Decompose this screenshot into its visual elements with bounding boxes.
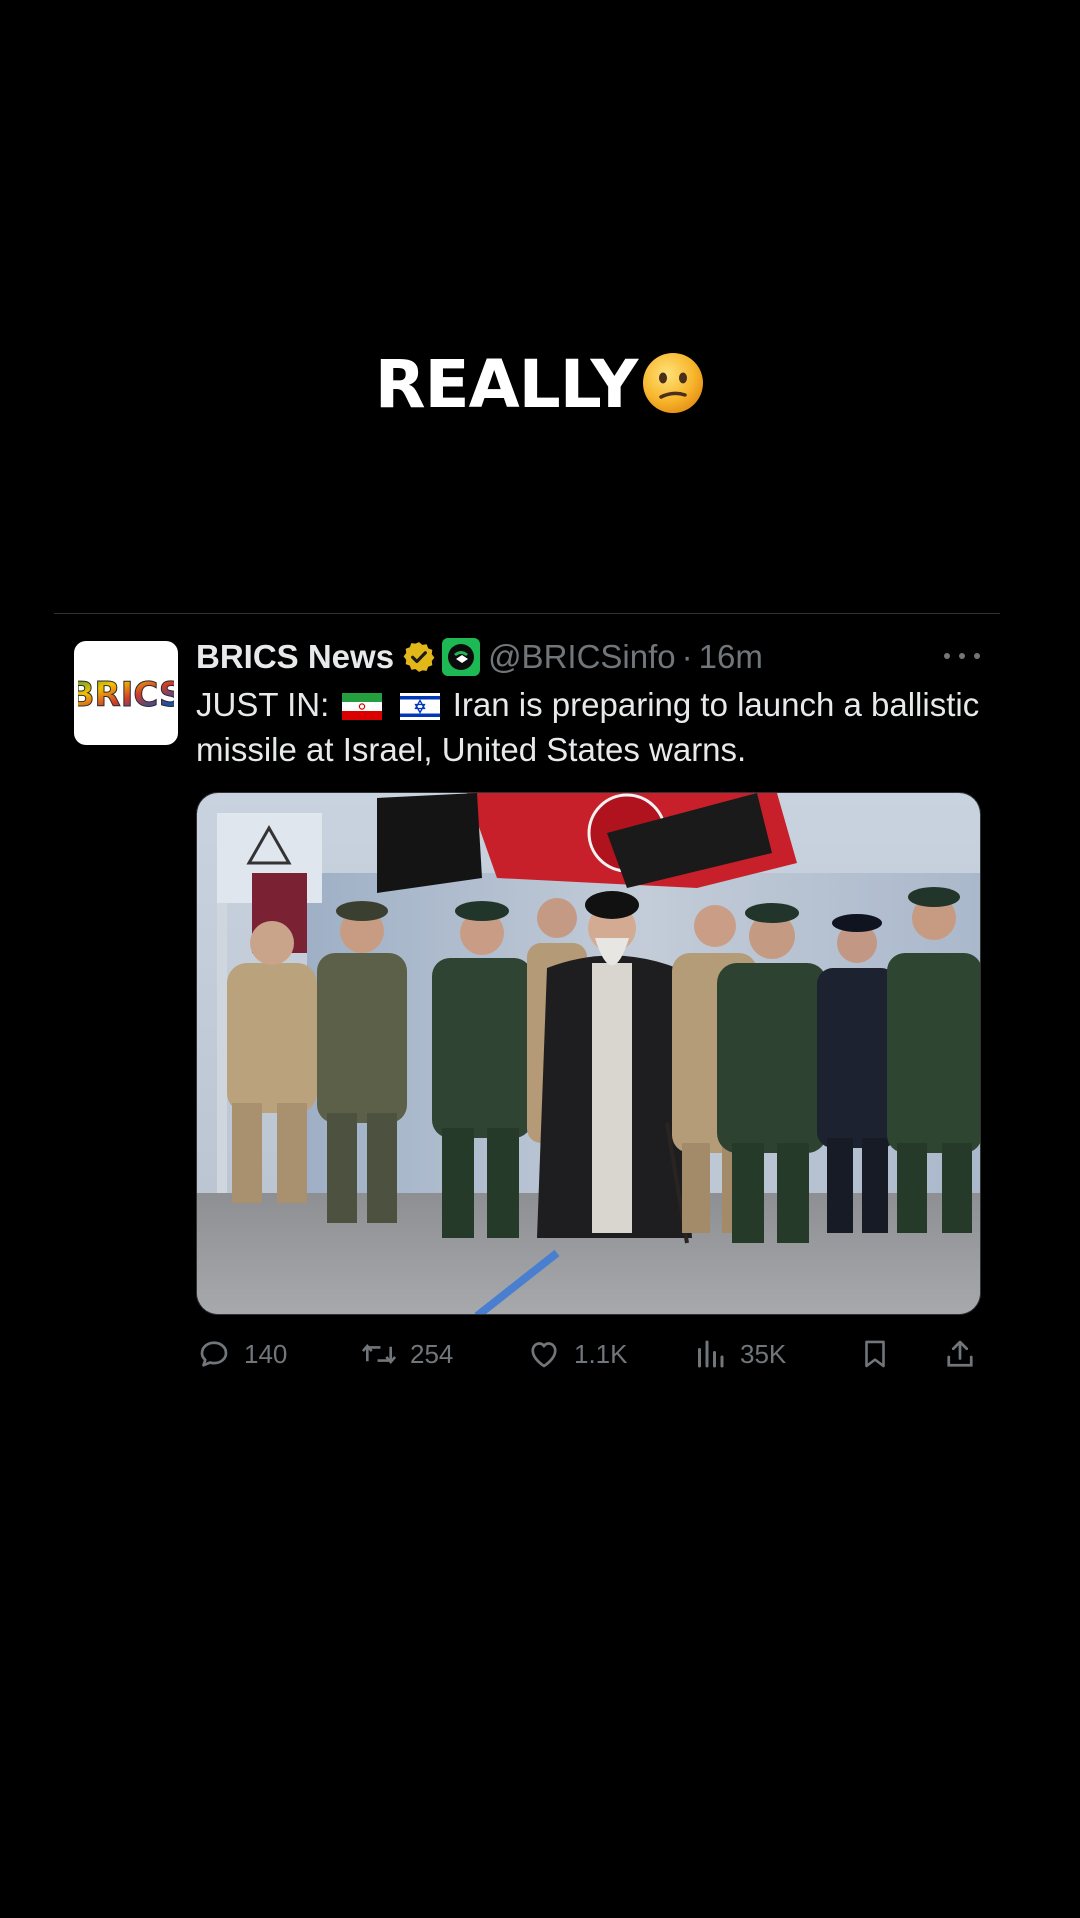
more-dot-icon: [959, 653, 965, 659]
svg-text:BRICS: BRICS: [78, 675, 174, 715]
author-name[interactable]: BRICS News: [196, 638, 394, 676]
bookmark-button[interactable]: [858, 1330, 892, 1378]
like-button[interactable]: 1.1K: [526, 1330, 628, 1378]
tweet-media-photo[interactable]: [196, 792, 981, 1315]
reply-button[interactable]: 140: [196, 1330, 287, 1378]
israel-flag-icon: [399, 693, 440, 720]
author-handle[interactable]: @BRICSinfo: [488, 638, 676, 676]
more-options-button[interactable]: [944, 643, 980, 669]
bookmark-icon: [865, 1340, 885, 1368]
more-dot-icon: [944, 653, 950, 659]
iran-flag-icon: [342, 693, 383, 720]
tweet-text: JUST IN: Iran is preparing to launch a b…: [196, 682, 996, 772]
share-icon: [947, 1340, 973, 1367]
tweet-top-divider: [54, 613, 1000, 614]
views-button[interactable]: 35K: [692, 1330, 786, 1378]
affiliate-badge-icon[interactable]: [442, 638, 481, 676]
repost-count: 254: [410, 1338, 454, 1369]
share-button[interactable]: [942, 1330, 978, 1378]
gold-verified-badge-icon[interactable]: [402, 640, 436, 674]
repost-button[interactable]: 254: [360, 1330, 453, 1378]
reply-count: 140: [244, 1338, 288, 1369]
confused-face-emoji-icon: [643, 353, 704, 413]
tweet-text-prefix: JUST IN:: [196, 686, 330, 723]
caption-banner: REALLY: [0, 340, 1080, 430]
photo-image: [197, 793, 980, 1314]
author-avatar[interactable]: BRICS: [74, 641, 178, 745]
like-count: 1.1K: [574, 1338, 628, 1369]
tweet-header: BRICS News @BRICSinfo · 16m: [196, 636, 763, 678]
views-count: 35K: [740, 1338, 787, 1369]
repost-icon: [361, 1343, 397, 1365]
tweet-action-bar: 140 254 1.1K 35K: [196, 1330, 986, 1378]
more-dot-icon: [974, 653, 980, 659]
caption-text: REALLY: [374, 346, 639, 423]
views-chart-icon: [698, 1340, 724, 1368]
heart-icon: [531, 1342, 557, 1368]
tweet-timestamp[interactable]: 16m: [699, 638, 763, 676]
header-separator: ·: [681, 638, 693, 675]
brics-logo-icon: BRICS: [78, 675, 174, 716]
reply-icon: [200, 1341, 228, 1367]
